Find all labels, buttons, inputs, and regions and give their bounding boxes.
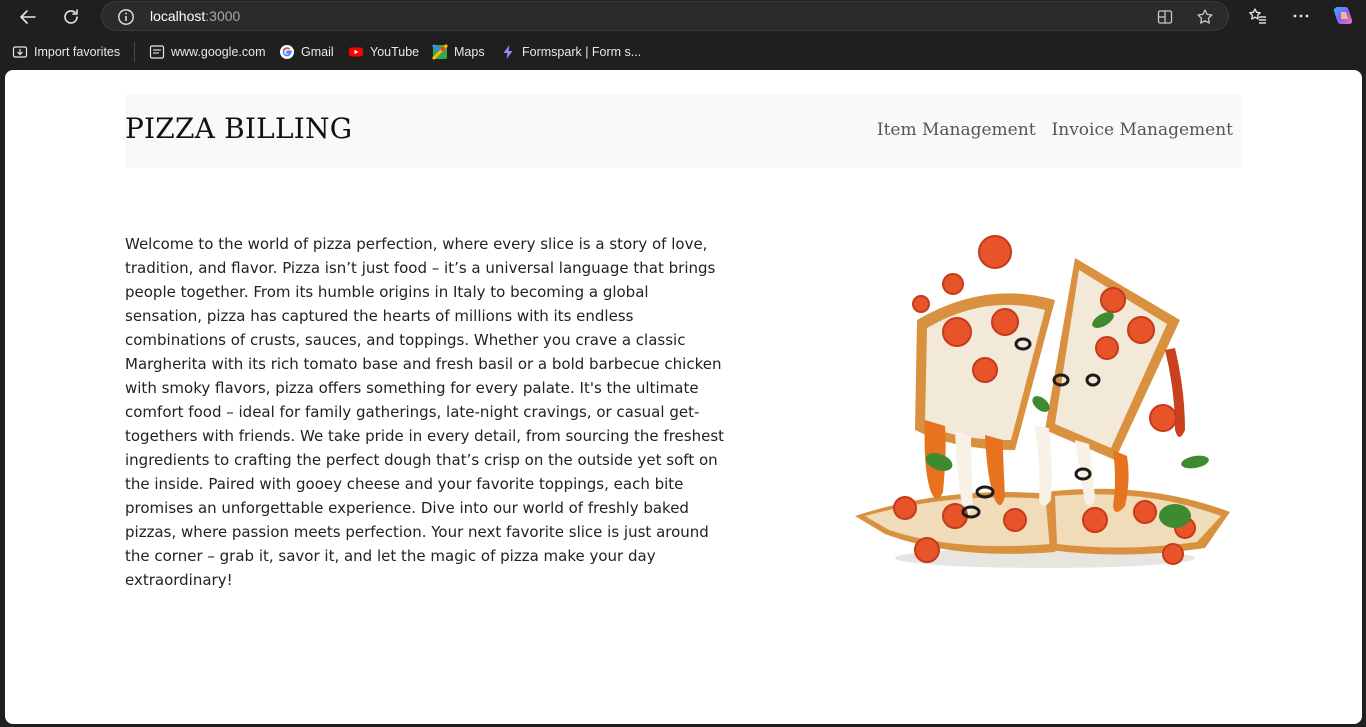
bookmark-label: Gmail	[301, 45, 334, 59]
star-icon[interactable]	[1196, 8, 1214, 26]
split-screen-icon[interactable]	[1156, 8, 1174, 26]
intro-paragraph: Welcome to the world of pizza perfection…	[125, 235, 725, 589]
browser-toolbar: localhost:3000	[0, 0, 1366, 34]
address-bar[interactable]: localhost:3000	[101, 1, 1229, 31]
bookmark-gmail[interactable]: Gmail	[279, 43, 334, 61]
nav-link-item-management[interactable]: Item Management	[877, 120, 1036, 140]
pizza-image	[845, 230, 1235, 580]
nav-link-invoice-management[interactable]: Invoice Management	[1052, 120, 1233, 140]
bookmark-label: Maps	[454, 45, 485, 59]
site-navbar: PIZZA BILLING Item Management Invoice Ma…	[125, 94, 1241, 168]
more-icon[interactable]	[1291, 6, 1311, 26]
bookmark-google[interactable]: www.google.com	[149, 43, 266, 61]
bookmark-label: Import favorites	[34, 45, 121, 59]
bookmark-maps[interactable]: Maps	[432, 43, 485, 61]
favorites-icon[interactable]	[1248, 6, 1268, 26]
bookmark-label: Formspark | Form s...	[522, 45, 642, 59]
bookmarks-bar: Import favorites www.google.com Gmail Yo…	[0, 36, 1366, 68]
page-icon	[149, 44, 165, 60]
import-icon	[12, 44, 28, 60]
url-text[interactable]: localhost:3000	[150, 8, 240, 24]
maps-icon	[432, 44, 448, 60]
nav-links: Item Management Invoice Management	[877, 120, 1233, 140]
back-arrow-icon[interactable]	[15, 4, 41, 30]
brand-title[interactable]: PIZZA BILLING	[125, 112, 352, 145]
copilot-icon[interactable]	[1332, 5, 1354, 27]
bookmark-label: YouTube	[370, 45, 420, 59]
refresh-icon[interactable]	[58, 4, 84, 30]
info-icon[interactable]	[117, 8, 135, 26]
formspark-icon	[500, 44, 516, 60]
youtube-icon	[348, 44, 364, 60]
bookmarks-divider	[134, 42, 135, 62]
google-icon	[279, 44, 295, 60]
bookmark-label: www.google.com	[171, 45, 266, 59]
bookmark-youtube[interactable]: YouTube	[348, 43, 419, 61]
page-viewport: PIZZA BILLING Item Management Invoice Ma…	[5, 70, 1362, 724]
bookmark-formspark[interactable]: Formspark | Form s...	[500, 43, 641, 61]
bookmark-import-favorites[interactable]: Import favorites	[12, 43, 120, 61]
